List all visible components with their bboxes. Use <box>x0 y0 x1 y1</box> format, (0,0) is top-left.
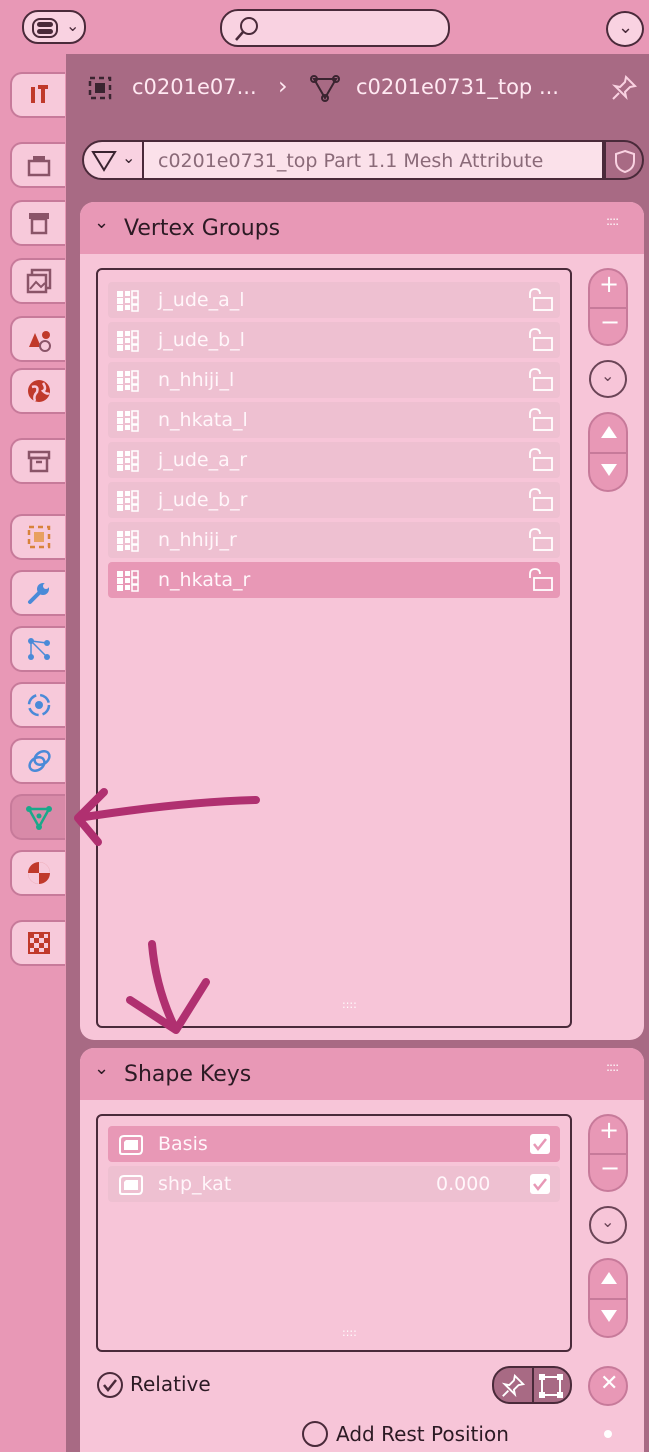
arrow-to-data-tab <box>74 788 260 846</box>
annotation-arrows <box>74 788 260 1034</box>
arrow-to-shape-keys <box>126 940 210 1034</box>
